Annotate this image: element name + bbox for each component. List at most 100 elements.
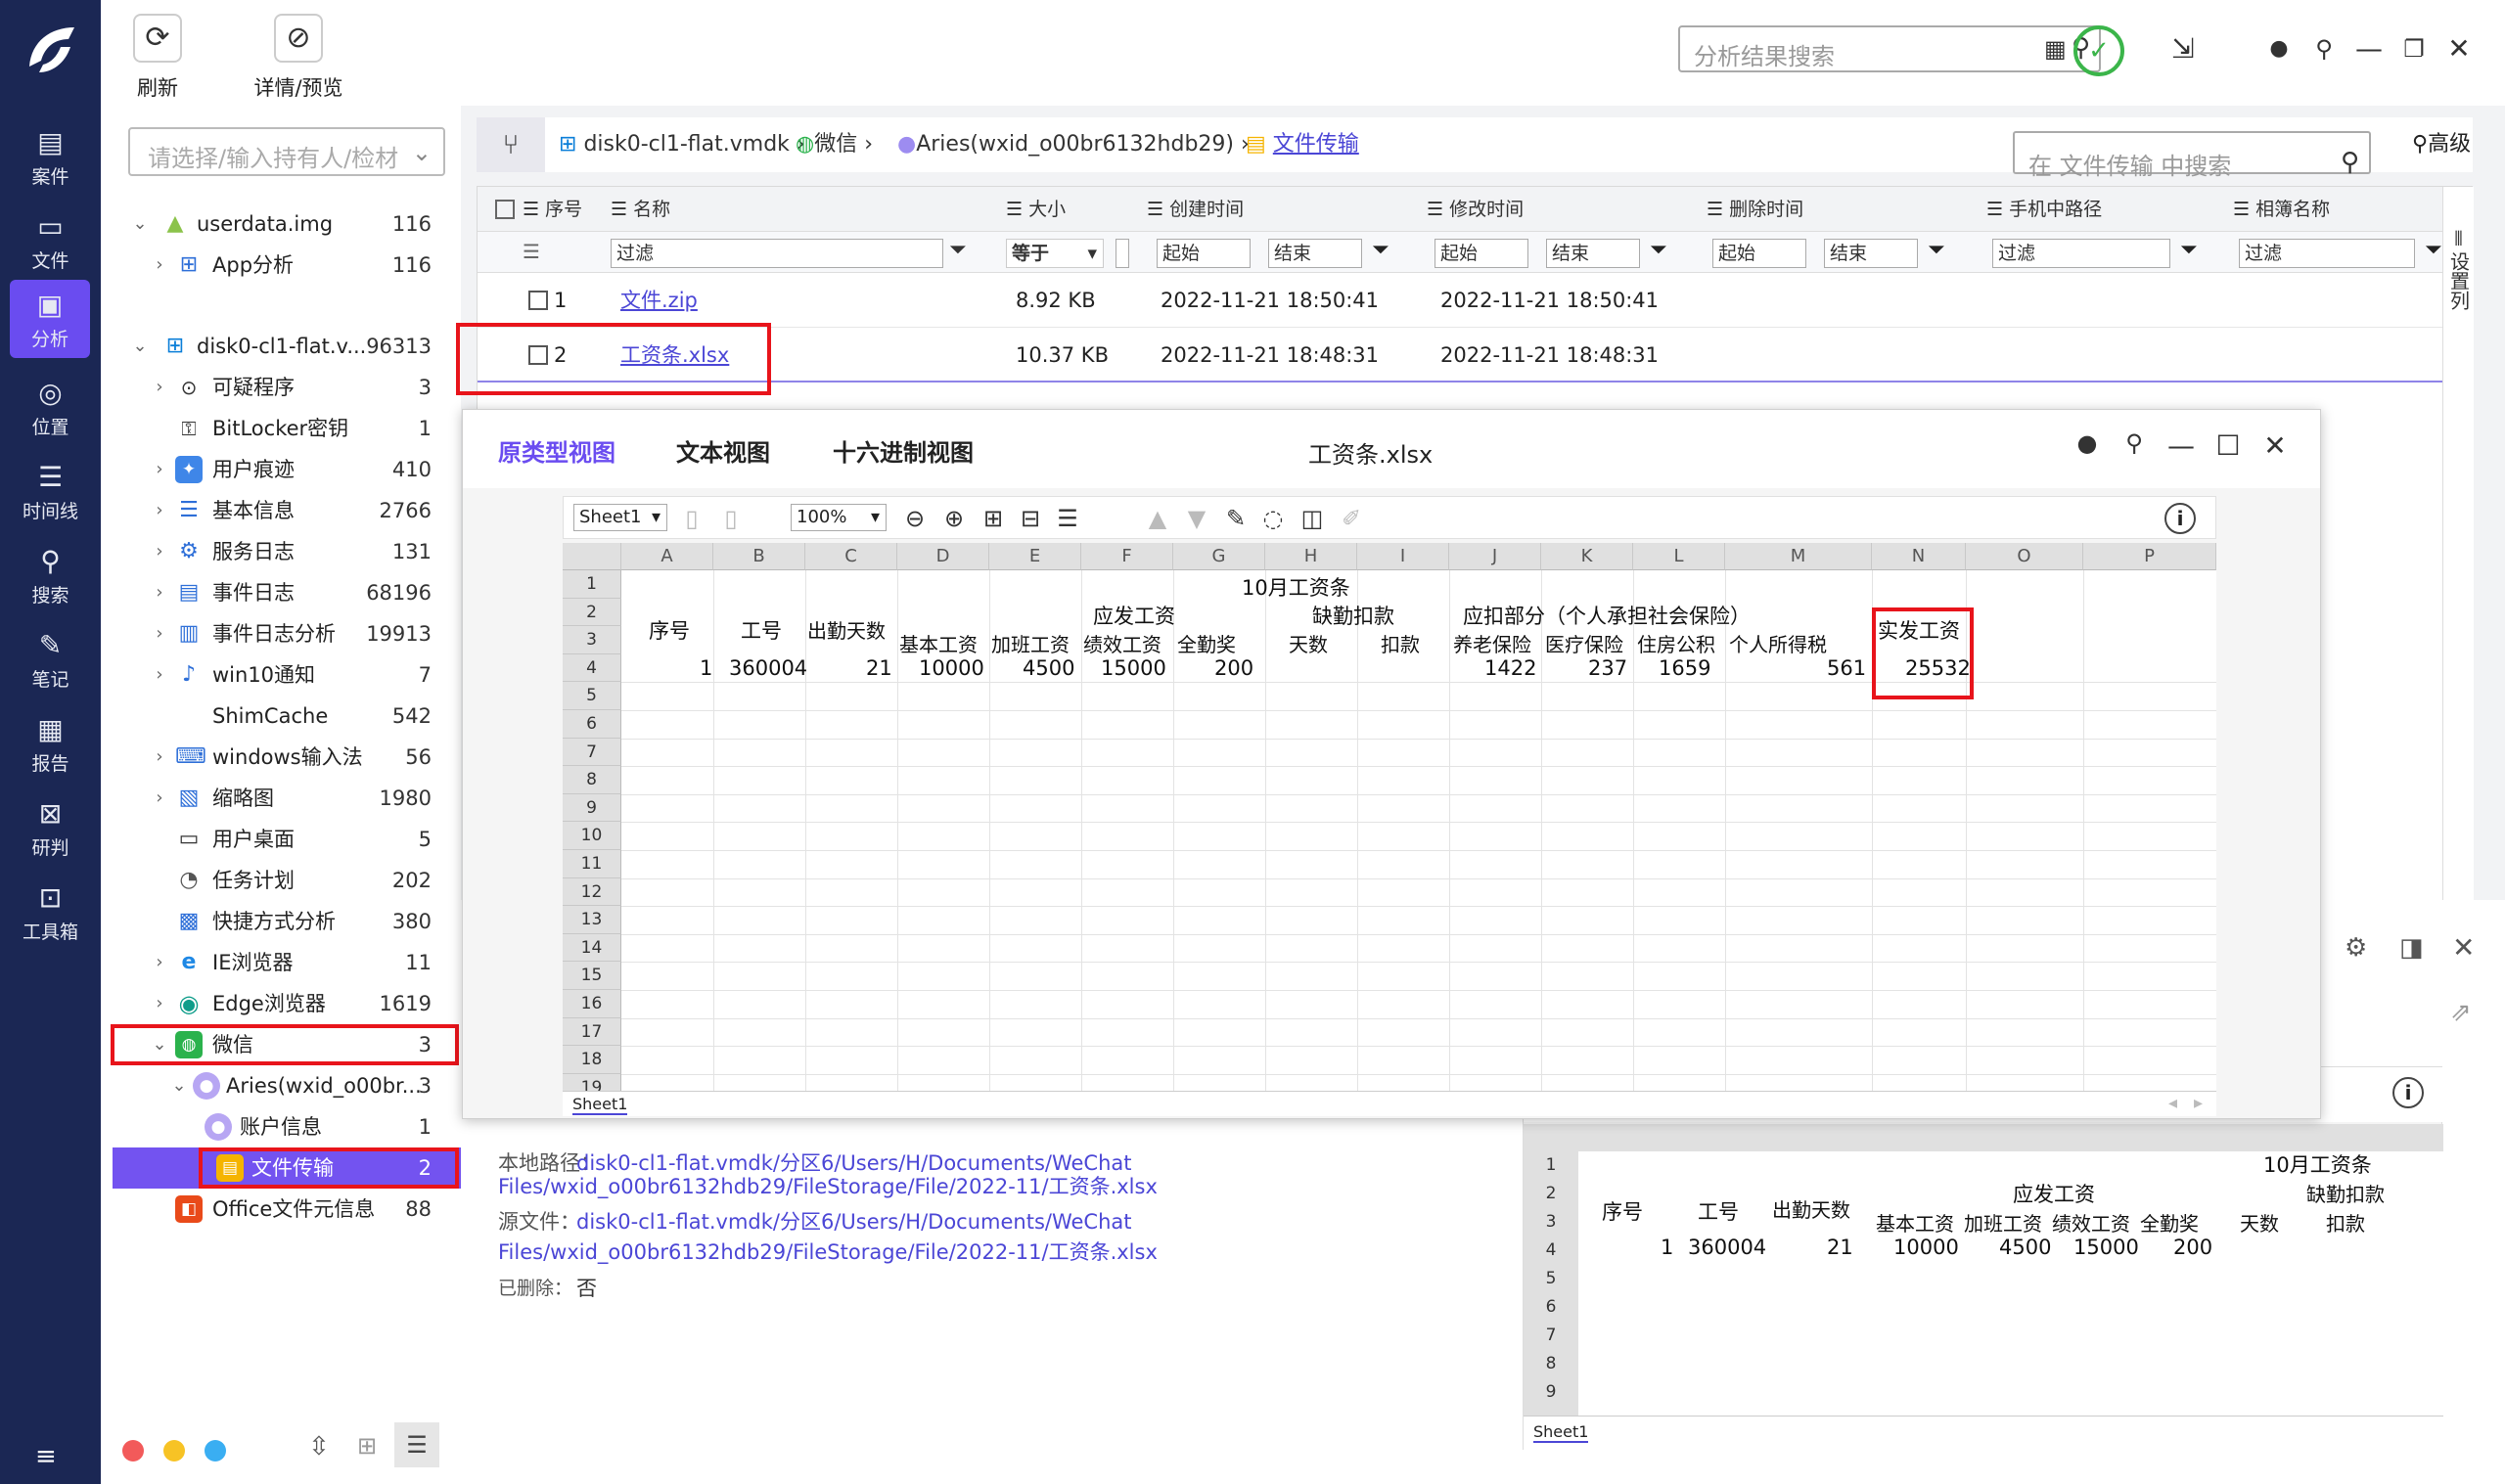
analysis-search-input[interactable]: 分析结果搜索 ▦ ⚲: [1678, 25, 2101, 72]
freeze-panes-icon[interactable]: ⊞: [979, 505, 1008, 532]
col-header[interactable]: C: [805, 543, 897, 570]
source-path-value[interactable]: disk0-cl1-flat.vmdk/分区6/Users/H/Document…: [576, 1207, 1132, 1237]
tree-item-suspicious[interactable]: › ⊙ 可疑程序 3: [101, 367, 461, 408]
paste-icon[interactable]: ▯: [716, 505, 746, 532]
row-header[interactable]: 3: [563, 626, 621, 654]
sheet-tab[interactable]: Sheet1: [1533, 1422, 1589, 1443]
refresh-button[interactable]: ⟳ 刷新: [109, 14, 206, 102]
row-header[interactable]: 8: [563, 766, 621, 794]
funnel-icon[interactable]: ⏷: [2180, 238, 2198, 262]
breadcrumb-disk[interactable]: ⊞ disk0-cl1-flat.vmdk ›: [559, 117, 805, 172]
table-row[interactable]: 1 文件.zip 8.92 KB 2022-11-21 18:50:41 202…: [478, 273, 2474, 328]
grid-view-icon[interactable]: ⊞: [357, 1432, 377, 1460]
col-header[interactable]: H: [1265, 543, 1357, 570]
tree-item-basic-info[interactable]: › ☰ 基本信息 2766: [101, 490, 461, 531]
tree-item-input-method[interactable]: › ⌨ windows输入法 56: [101, 737, 461, 778]
rail-item-search[interactable]: ⚲ 搜索: [0, 536, 101, 614]
note-icon[interactable]: ◫: [1298, 505, 1327, 532]
tree-item-disk0[interactable]: ⌄ ⊞ disk0-cl1-flat.v... 96313: [101, 326, 461, 367]
tree-item-wechat[interactable]: ⌄ ◍ 微信 3: [101, 1024, 461, 1065]
breadcrumb-wechat[interactable]: ◍微信 ›: [796, 117, 873, 172]
detail-preview-button[interactable]: ⊘ 详情/预览: [250, 14, 347, 102]
close-icon[interactable]: ✕: [2437, 29, 2481, 68]
column-settings-tab[interactable]: ⦀ 设置列: [2442, 187, 2474, 999]
col-header[interactable]: G: [1173, 543, 1265, 570]
split-rows-icon[interactable]: ⊟: [1016, 505, 1045, 532]
modified-end-input[interactable]: 结束: [1546, 239, 1640, 268]
created-start-input[interactable]: 起始: [1157, 239, 1251, 268]
tree-item-service-log[interactable]: › ⚙ 服务日志 131: [101, 531, 461, 572]
info-icon[interactable]: i: [2164, 503, 2196, 534]
collapse-icon[interactable]: ⇳: [308, 1432, 330, 1462]
rail-item-case[interactable]: ▤ 案件: [0, 117, 101, 196]
col-header-created[interactable]: ☰ 创建时间: [1147, 187, 1244, 232]
created-end-input[interactable]: 结束: [1268, 239, 1362, 268]
shield-check-icon[interactable]: ✓: [2073, 25, 2124, 76]
funnel-icon[interactable]: ⏷: [1372, 238, 1389, 262]
funnel-icon[interactable]: ⏷: [2425, 238, 2442, 262]
folder-search-input[interactable]: 在 文件传输 中搜索 ⚲: [2013, 131, 2371, 180]
row-header[interactable]: 1: [563, 570, 621, 599]
col-header[interactable]: N: [1872, 543, 1966, 570]
tree-item-account-info[interactable]: ● 账户信息 1: [101, 1106, 461, 1147]
table-row[interactable]: 2 工资条.xlsx 10.37 KB 2022-11-21 18:48:31 …: [478, 328, 2474, 382]
file-name-link[interactable]: 文件.zip: [620, 273, 698, 328]
phone-path-filter-input[interactable]: 过滤: [1992, 239, 2170, 268]
row-header[interactable]: 11: [563, 850, 621, 878]
select-all-checkbox[interactable]: [495, 200, 515, 219]
corner-header[interactable]: [563, 543, 621, 570]
rail-item-file[interactable]: ▭ 文件: [0, 202, 101, 280]
col-header[interactable]: K: [1541, 543, 1633, 570]
sort-desc-icon[interactable]: ▼: [1182, 505, 1211, 532]
col-header[interactable]: D: [897, 543, 989, 570]
tree-item-bitlocker[interactable]: ⚿ BitLocker密钥 1: [101, 408, 461, 449]
row-header[interactable]: 12: [563, 877, 621, 907]
pen-icon[interactable]: ✎: [1221, 505, 1251, 532]
col-header-modified[interactable]: ☰ 修改时间: [1427, 187, 1524, 232]
tab-native-view[interactable]: 原类型视图: [498, 433, 615, 468]
list-view-icon[interactable]: ☰: [394, 1422, 439, 1467]
rail-item-report[interactable]: ▦ 报告: [0, 704, 101, 783]
size-operator-select[interactable]: 等于 ▾: [1006, 239, 1104, 268]
lasso-icon[interactable]: ◌: [1258, 505, 1288, 532]
tree-item-ie[interactable]: › e IE浏览器 11: [101, 942, 461, 983]
minimize-icon[interactable]: —: [2162, 429, 2201, 462]
tab-text-view[interactable]: 文本视图: [676, 433, 770, 468]
row-header[interactable]: 19: [563, 1073, 621, 1091]
minimize-icon[interactable]: —: [2347, 29, 2391, 68]
row-header[interactable]: 6: [563, 710, 621, 739]
eraser-icon[interactable]: ✐: [1337, 505, 1366, 532]
sheet-select[interactable]: Sheet1 ▾: [573, 504, 667, 531]
tree-item-user-traces[interactable]: › ✦ 用户痕迹 410: [101, 449, 461, 490]
tree-item-edge[interactable]: › ◉ Edge浏览器 1619: [101, 983, 461, 1024]
tree-item-app-analysis[interactable]: › ⊞ App分析 116: [101, 245, 461, 286]
col-header[interactable]: F: [1081, 543, 1173, 570]
row-header[interactable]: 5: [563, 682, 621, 710]
panel-layout-icon[interactable]: ◨: [2399, 933, 2424, 963]
tree-item-task-schedule[interactable]: ◔ 任务计划 202: [101, 860, 461, 901]
rail-item-toolbox[interactable]: ⊡ 工具箱: [0, 873, 101, 951]
local-path-value-2[interactable]: Files/wxid_o00br6132hdb29/FileStorage/Fi…: [498, 1172, 1158, 1201]
user-icon[interactable]: ●: [2068, 429, 2107, 457]
pin-icon[interactable]: ⚲: [2302, 29, 2346, 68]
user-icon[interactable]: ●: [2257, 29, 2300, 68]
col-header[interactable]: E: [989, 543, 1081, 570]
breadcrumb-folder[interactable]: ▤ 文件传输: [1246, 117, 1359, 172]
tree-item-win10-notify[interactable]: › ♪ win10通知 7: [101, 654, 461, 696]
row-header[interactable]: 18: [563, 1046, 621, 1074]
sheet-prev-icon[interactable]: ◂: [2168, 1093, 2177, 1113]
col-header[interactable]: P: [2083, 543, 2216, 570]
row-checkbox[interactable]: [528, 291, 548, 310]
funnel-icon[interactable]: ⏷: [949, 238, 967, 262]
tree-item-desktop[interactable]: ▭ 用户桌面 5: [101, 819, 461, 860]
rail-item-timeline[interactable]: ☰ 时间线: [0, 452, 101, 530]
close-icon[interactable]: ✕: [2452, 931, 2475, 964]
col-header-album[interactable]: ☰ 相簿名称: [2233, 187, 2330, 232]
row-checkbox[interactable]: [528, 345, 548, 365]
maximize-icon[interactable]: ☐: [2209, 429, 2248, 462]
col-header[interactable]: I: [1357, 543, 1449, 570]
col-header-name[interactable]: ☰ 名称: [611, 187, 670, 232]
sheet-next-icon[interactable]: ▸: [2194, 1093, 2203, 1113]
col-header[interactable]: L: [1633, 543, 1725, 570]
size-filter-input[interactable]: [1116, 239, 1129, 268]
